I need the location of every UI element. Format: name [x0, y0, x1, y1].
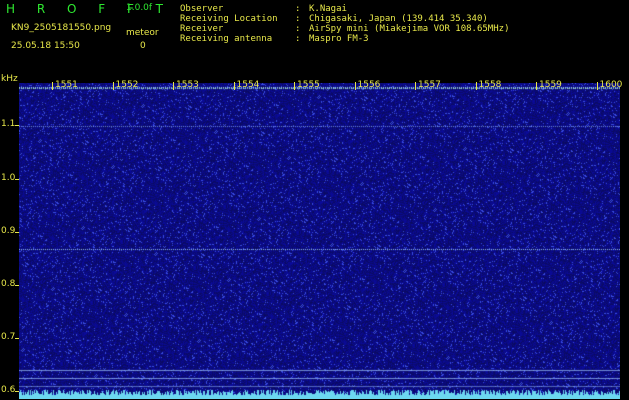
x-tick-mark	[596, 82, 598, 90]
x-tick-label: 1552	[115, 80, 139, 90]
x-tick-label: 1558	[478, 80, 502, 90]
y-tick-mark	[15, 231, 19, 233]
y-tick-label: 1.0	[1, 172, 16, 183]
x-tick-label: 1554	[236, 80, 260, 90]
x-tick-mark	[354, 82, 356, 90]
y-tick-mark	[15, 337, 19, 339]
x-tick-mark	[294, 82, 295, 90]
y-tick-mark	[15, 125, 19, 127]
x-tick-label: 1553	[176, 80, 199, 90]
info-row-receiver: Receiver: AirSpy mini (Miakejima VOR 108.…	[180, 24, 510, 34]
y-tick-label: 0.9	[1, 225, 16, 236]
y-axis-unit: kHz	[1, 74, 18, 84]
info-row-location: Receiving Location: Chigasaki, Japan (139…	[180, 14, 488, 24]
x-tick-mark	[536, 82, 537, 90]
station-info: Observer: K.Nagai Receiving Location: Chig…	[180, 4, 509, 44]
x-tick-label: 1556	[357, 80, 381, 90]
y-tick-mark	[15, 391, 19, 393]
x-tick-mark	[173, 82, 174, 90]
x-tick-mark	[475, 82, 477, 90]
meteor-count: 0	[140, 41, 146, 51]
x-tick-mark	[415, 82, 416, 90]
y-tick-label: 0.7	[1, 331, 16, 342]
y-tick-mark	[15, 284, 19, 286]
version-label: 1.0.0f	[126, 3, 153, 13]
x-tick-mark	[112, 82, 114, 90]
spectrogram-plot[interactable]	[19, 83, 620, 399]
meteor-label: meteor	[126, 28, 159, 38]
x-tick-mark	[52, 82, 53, 90]
x-tick-label: 1559	[539, 80, 562, 90]
filename-label: KN9_2505181550.png	[11, 23, 112, 33]
x-tick-label: 1551	[55, 80, 78, 90]
info-row-observer: Observer: K.Nagai	[180, 4, 347, 14]
datetime-label: 25.05.18 15:50	[11, 41, 80, 51]
y-tick-mark	[15, 178, 19, 180]
x-tick-mark	[233, 82, 235, 90]
x-tick-label: 1600	[599, 80, 623, 90]
x-tick-label: 1555	[297, 80, 320, 90]
y-tick-label: 0.8	[1, 278, 16, 289]
header-bar: H R O F F T 1.0.0f KN9_2505181550.png me…	[0, 0, 629, 75]
y-tick-label: 1.1	[1, 119, 16, 130]
x-tick-label: 1557	[418, 80, 441, 90]
y-tick-label: 0.6	[1, 385, 16, 396]
info-row-antenna: Receiving antenna: Maspro FM-3	[180, 34, 369, 44]
